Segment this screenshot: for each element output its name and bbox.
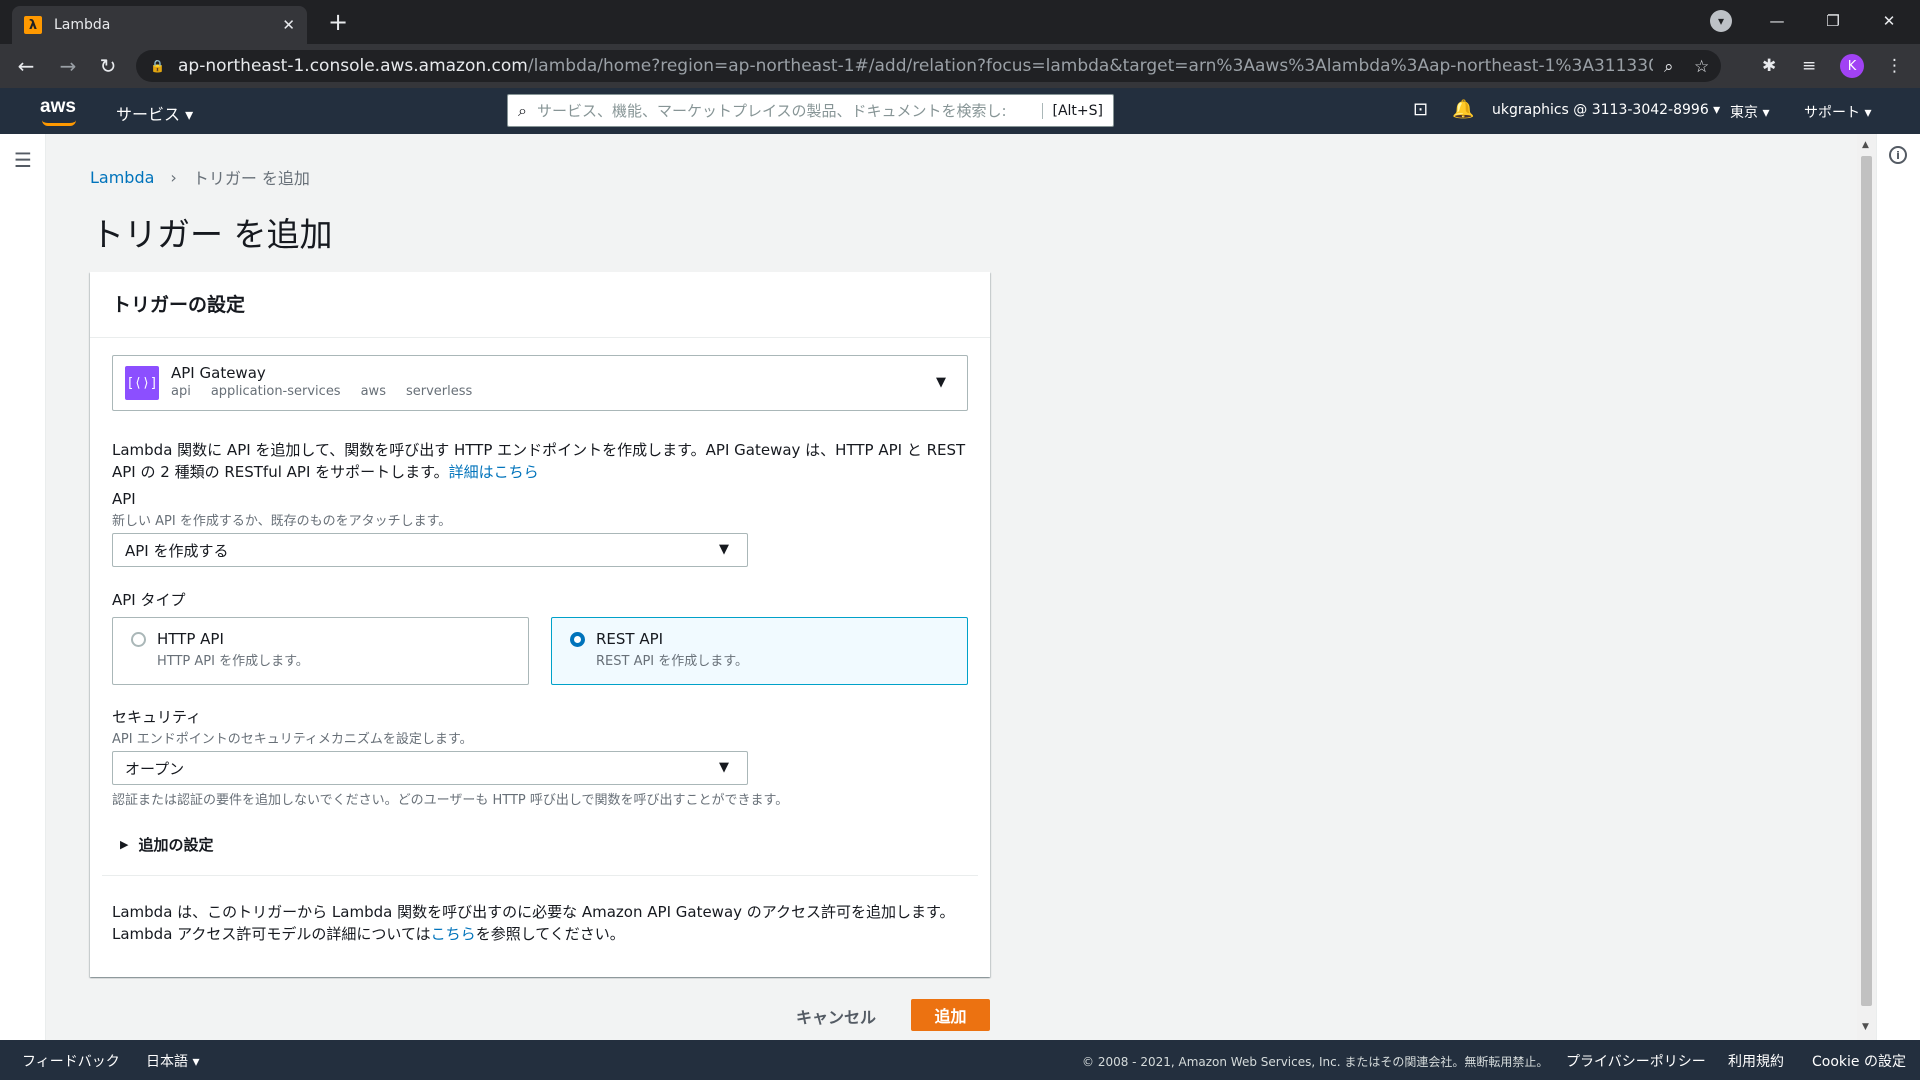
add-button[interactable]: 追加 xyxy=(911,999,990,1031)
trigger-tags: api application-services aws serverless xyxy=(171,384,472,399)
services-menu[interactable]: サービス ▾ xyxy=(116,101,193,125)
trigger-tag: serverless xyxy=(405,384,473,399)
lambda-favicon-icon: λ xyxy=(24,16,42,34)
api-select-value: API を作成する xyxy=(125,542,229,560)
page-scrollbar[interactable]: ▲ ▼ xyxy=(1857,134,1876,1040)
aws-search-box[interactable]: ⌕ サービス、機能、マーケットプレイスの製品、ドキュメントを検索し: [Alt+… xyxy=(507,94,1114,127)
aws-logo[interactable]: aws xyxy=(40,96,76,118)
radio-title: HTTP API xyxy=(157,630,224,648)
tab-search-icon[interactable]: ▾ xyxy=(1710,10,1732,32)
security-description: API エンドポイントのセキュリティメカニズムを設定します。 xyxy=(112,732,473,747)
breadcrumb: Lambda › トリガー を追加 xyxy=(90,165,310,189)
address-bar[interactable]: 🔒 ap-northeast-1.console.aws.amazon.com/… xyxy=(136,50,1721,82)
api-type-label: API タイプ xyxy=(112,591,186,609)
minimize-icon[interactable]: — xyxy=(1762,8,1792,34)
api-gateway-icon: [⟨⟩] xyxy=(125,366,159,400)
browser-toolbar: ← → ↻ 🔒 ap-northeast-1.console.aws.amazo… xyxy=(0,44,1920,88)
browser-tab[interactable]: λ Lambda ✕ xyxy=(12,6,307,44)
copyright: © 2008 - 2021, Amazon Web Services, Inc.… xyxy=(1082,1055,1549,1069)
trigger-source-select[interactable]: [⟨⟩] API Gateway api application-service… xyxy=(112,355,968,411)
caret-down-icon: ▼ xyxy=(936,375,946,390)
media-control-icon[interactable]: ≡ xyxy=(1802,56,1816,76)
cloudshell-icon[interactable]: ⊡ xyxy=(1413,99,1428,120)
browser-tab-bar: λ Lambda ✕ + ▾ — ❐ ✕ xyxy=(0,0,1920,44)
security-hint: 認証または認証の要件を追加しないでください。どのユーザーも HTTP 呼び出しで… xyxy=(112,793,789,808)
radio-title: REST API xyxy=(596,630,664,648)
info-icon[interactable]: i xyxy=(1889,146,1907,164)
console-footer: フィードバック 日本語 ▾ © 2008 - 2021, Amazon Web … xyxy=(0,1040,1920,1080)
api-description: 新しい API を作成するか、既存のものをアタッチします。 xyxy=(112,514,452,529)
breadcrumb-current: トリガー を追加 xyxy=(192,169,310,188)
trigger-tag: api xyxy=(171,384,191,399)
caret-down-icon: ▼ xyxy=(719,760,729,775)
aws-console-header: aws サービス ▾ ⌕ サービス、機能、マーケットプレイスの製品、ドキュメント… xyxy=(0,88,1920,134)
radio-description: HTTP API を作成します。 xyxy=(157,654,309,669)
radio-http-api[interactable]: HTTP API HTTP API を作成します。 xyxy=(112,617,529,685)
scroll-up-icon[interactable]: ▲ xyxy=(1862,140,1869,150)
panel-title: トリガーの設定 xyxy=(90,272,990,338)
privacy-link[interactable]: プライバシーポリシー xyxy=(1566,1051,1706,1071)
trigger-name: API Gateway xyxy=(171,364,266,382)
side-navigation: ☰ xyxy=(0,134,46,1040)
close-window-icon[interactable]: ✕ xyxy=(1874,8,1904,34)
new-tab-icon[interactable]: + xyxy=(324,8,352,36)
terms-link[interactable]: 利用規約 xyxy=(1728,1051,1784,1071)
cancel-button[interactable]: キャンセル xyxy=(786,1000,886,1032)
security-label: セキュリティ xyxy=(112,708,202,726)
cookie-settings-link[interactable]: Cookie の設定 xyxy=(1812,1051,1906,1071)
radio-description: REST API を作成します。 xyxy=(596,654,748,669)
lock-icon[interactable]: 🔒 xyxy=(150,59,165,73)
trigger-config-panel: トリガーの設定 [⟨⟩] API Gateway api application… xyxy=(90,272,990,977)
forward-icon[interactable]: → xyxy=(54,52,82,80)
extensions-icon[interactable]: ✱ xyxy=(1762,56,1776,76)
search-page-icon[interactable]: ⌕ xyxy=(1664,57,1674,77)
radio-button-selected[interactable] xyxy=(570,632,585,647)
search-input[interactable]: サービス、機能、マーケットプレイスの製品、ドキュメントを検索し: xyxy=(537,100,1042,121)
url-text[interactable]: ap-northeast-1.console.aws.amazon.com/la… xyxy=(178,56,1653,76)
back-icon[interactable]: ← xyxy=(12,52,40,80)
breadcrumb-lambda[interactable]: Lambda xyxy=(90,168,154,187)
radio-rest-api[interactable]: REST API REST API を作成します。 xyxy=(551,617,968,685)
tab-title: Lambda xyxy=(54,17,111,33)
api-label: API xyxy=(112,490,136,508)
bookmark-star-icon[interactable]: ☆ xyxy=(1694,57,1709,77)
aws-smile-logo xyxy=(42,120,76,126)
api-gateway-description: Lambda 関数に API を追加して、関数を呼び出す HTTP エンドポイン… xyxy=(112,441,966,481)
permission-note: Lambda は、このトリガーから Lambda 関数を呼び出すのに必要な Am… xyxy=(112,903,955,943)
region-menu[interactable]: 東京 ▾ xyxy=(1730,102,1769,122)
search-icon: ⌕ xyxy=(518,100,527,120)
security-select-value: オープン xyxy=(125,760,185,778)
reload-icon[interactable]: ↻ xyxy=(94,52,122,80)
page-title: トリガー を追加 xyxy=(91,215,333,254)
chevron-right-icon: › xyxy=(170,167,177,187)
search-shortcut: [Alt+S] xyxy=(1041,102,1114,119)
tab-close-icon[interactable]: ✕ xyxy=(282,16,295,34)
radio-button[interactable] xyxy=(131,632,146,647)
account-menu[interactable]: ukgraphics @ 3113-3042-8996 ▾ xyxy=(1492,102,1720,118)
notification-bell-icon[interactable]: 🔔 xyxy=(1452,99,1474,120)
divider xyxy=(102,875,978,876)
language-menu[interactable]: 日本語 ▾ xyxy=(146,1051,199,1071)
profile-avatar[interactable]: K xyxy=(1840,54,1864,78)
feedback-link[interactable]: フィードバック xyxy=(22,1051,120,1071)
caret-down-icon: ▼ xyxy=(719,542,729,557)
api-select[interactable]: API を作成する ▼ xyxy=(112,533,748,567)
support-menu[interactable]: サポート ▾ xyxy=(1804,102,1871,122)
browser-menu-icon[interactable]: ⋮ xyxy=(1886,56,1903,76)
trigger-tag: aws xyxy=(360,384,386,399)
permission-model-link[interactable]: こちら xyxy=(431,925,476,943)
hamburger-menu-icon[interactable]: ☰ xyxy=(14,148,32,172)
caret-right-icon: ▶ xyxy=(120,838,129,851)
restore-icon[interactable]: ❐ xyxy=(1818,8,1848,34)
learn-more-link[interactable]: 詳細はこちら xyxy=(449,463,539,481)
scroll-down-icon[interactable]: ▼ xyxy=(1862,1022,1869,1032)
security-select[interactable]: オープン ▼ xyxy=(112,751,748,785)
help-panel: i xyxy=(1876,134,1920,1040)
scroll-thumb[interactable] xyxy=(1861,156,1872,1006)
additional-settings-toggle[interactable]: ▶ 追加の設定 xyxy=(120,834,213,855)
trigger-tag: application-services xyxy=(210,384,341,399)
additional-settings-label: 追加の設定 xyxy=(138,836,214,854)
